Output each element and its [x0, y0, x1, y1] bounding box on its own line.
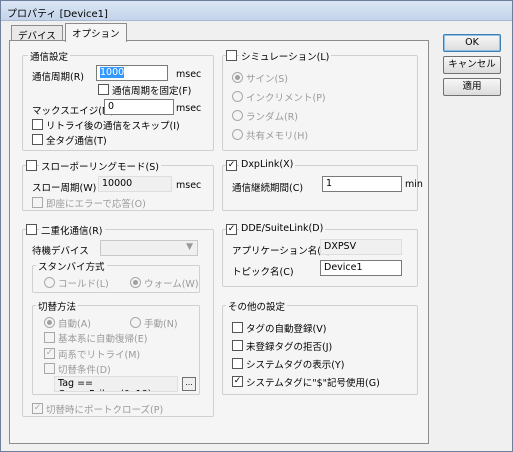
- radio-auto-label: 自動(A): [58, 319, 91, 330]
- retry-both-checkbox[interactable]: ✓: [44, 348, 55, 359]
- title-bar[interactable]: プロパティ [Device1]: [1, 1, 512, 21]
- auto-tag-checkbox[interactable]: [232, 322, 243, 333]
- max-age-unit: msec: [176, 103, 202, 114]
- redundancy-checkbox[interactable]: [26, 224, 37, 235]
- slow-period-unit: msec: [176, 180, 202, 191]
- cancel-button[interactable]: キャンセル: [443, 56, 501, 74]
- all-tags-label: 全タグ通信(T): [46, 136, 107, 147]
- comm-period-label: 通信周期(R): [32, 72, 85, 83]
- slow-polling-title: スローポーリングモード(S): [39, 159, 161, 173]
- dde-checkbox[interactable]: ✓: [226, 224, 237, 235]
- auto-restore-checkbox[interactable]: [44, 332, 55, 343]
- switch-cond-value: Tag == CommFailure(0x18): [54, 376, 178, 392]
- auto-restore-label: 基本系に自動復帰(E): [58, 334, 148, 345]
- show-sys-label: システムタグの表示(Y): [246, 360, 345, 371]
- port-close-checkbox[interactable]: ✓: [32, 403, 43, 414]
- radio-warm[interactable]: [130, 277, 141, 288]
- window-title: プロパティ [Device1]: [7, 9, 108, 20]
- app-name-label: アプリケーション名(T): [232, 246, 331, 257]
- dxplink-cont-label: 通信継続期間(C): [232, 183, 304, 194]
- radio-warm-label: ウォーム(W): [144, 279, 199, 290]
- switch-cond-browse-button[interactable]: ...: [182, 377, 196, 391]
- fix-period-checkbox[interactable]: [98, 84, 109, 95]
- sys-dollar-label: システムタグに"$"記号使用(G): [246, 378, 380, 389]
- radio-shared-memory-label: 共有メモリ(H): [246, 131, 309, 142]
- comm-period-unit: msec: [176, 69, 202, 80]
- radio-sine-label: サイン(S): [246, 74, 288, 85]
- skip-retry-label: リトライ後の通信をスキップ(I): [46, 121, 180, 132]
- properties-dialog: プロパティ [Device1] デバイス オプション 通信設定 通信周期(R) …: [0, 0, 513, 452]
- comm-period-input[interactable]: 1000: [96, 65, 168, 81]
- radio-increment[interactable]: [232, 91, 243, 102]
- reply-error-checkbox[interactable]: [32, 197, 43, 208]
- comm-group-title: 通信設定: [28, 49, 71, 63]
- redundancy-title: 二重化通信(R): [39, 223, 105, 237]
- all-tags-checkbox[interactable]: [32, 134, 43, 145]
- auto-tag-label: タグの自動登録(V): [246, 324, 327, 335]
- dxplink-title: DxpLink(X): [239, 159, 296, 170]
- topic-name-input[interactable]: Device1: [320, 260, 402, 276]
- switch-method-title: 切替方法: [36, 299, 79, 313]
- max-age-label: マックスエイジ(M): [32, 106, 114, 117]
- options-panel: 通信設定 通信周期(R) 1000 msec 通信周期を固定(F) マックスエイ…: [9, 40, 429, 444]
- radio-sine[interactable]: [232, 72, 243, 83]
- tab-options[interactable]: オプション: [65, 23, 127, 42]
- apply-button[interactable]: 適用: [443, 78, 501, 96]
- radio-random-label: ランダム(R): [246, 112, 299, 123]
- app-name-value: DXPSV: [320, 239, 402, 255]
- switch-cond-label: 切替条件(D): [58, 365, 111, 376]
- chevron-down-icon: ▼: [186, 242, 193, 252]
- reply-error-label: 即座にエラーで応答(O): [46, 199, 146, 210]
- standby-mode-title: スタンバイ方式: [36, 259, 107, 273]
- reject-unreg-label: 未登録タグの拒否(J): [246, 342, 333, 353]
- dxplink-cont-unit: min: [405, 179, 423, 190]
- switch-cond-checkbox[interactable]: [44, 363, 55, 374]
- ok-button[interactable]: OK: [443, 34, 501, 52]
- retry-both-label: 両系でリトライ(M): [58, 350, 141, 361]
- skip-retry-checkbox[interactable]: [32, 119, 43, 130]
- radio-cold[interactable]: [44, 277, 55, 288]
- dxplink-checkbox[interactable]: ✓: [226, 160, 237, 171]
- radio-manual-label: 手動(N): [144, 319, 178, 330]
- fix-period-label: 通信周期を固定(F): [112, 86, 192, 97]
- simulation-checkbox[interactable]: [226, 50, 237, 61]
- radio-auto[interactable]: [44, 317, 55, 328]
- radio-random[interactable]: [232, 110, 243, 121]
- slow-period-value: 10000: [98, 176, 172, 192]
- show-sys-checkbox[interactable]: [232, 358, 243, 369]
- simulation-title: シミュレーション(L): [239, 49, 332, 63]
- standby-device-label: 待機デバイス: [32, 246, 89, 257]
- slow-period-label: スロー周期(W): [32, 183, 97, 194]
- port-close-label: 切替時にポートクローズ(P): [46, 405, 164, 416]
- topic-name-label: トピック名(C): [232, 267, 294, 278]
- sys-dollar-checkbox[interactable]: ✓: [232, 376, 243, 387]
- slow-polling-checkbox[interactable]: [26, 160, 37, 171]
- reject-unreg-checkbox[interactable]: [232, 340, 243, 351]
- radio-shared-memory[interactable]: [232, 129, 243, 140]
- other-settings-title: その他の設定: [226, 299, 288, 313]
- radio-manual[interactable]: [130, 317, 141, 328]
- dde-title: DDE/SuiteLink(D): [239, 223, 326, 234]
- radio-cold-label: コールド(L): [58, 279, 109, 290]
- dxplink-cont-input[interactable]: 1: [322, 176, 402, 192]
- max-age-input[interactable]: 0: [104, 99, 174, 115]
- radio-increment-label: インクリメント(P): [246, 93, 326, 104]
- standby-device-select[interactable]: ▼: [100, 240, 198, 256]
- dde-group: [222, 229, 418, 287]
